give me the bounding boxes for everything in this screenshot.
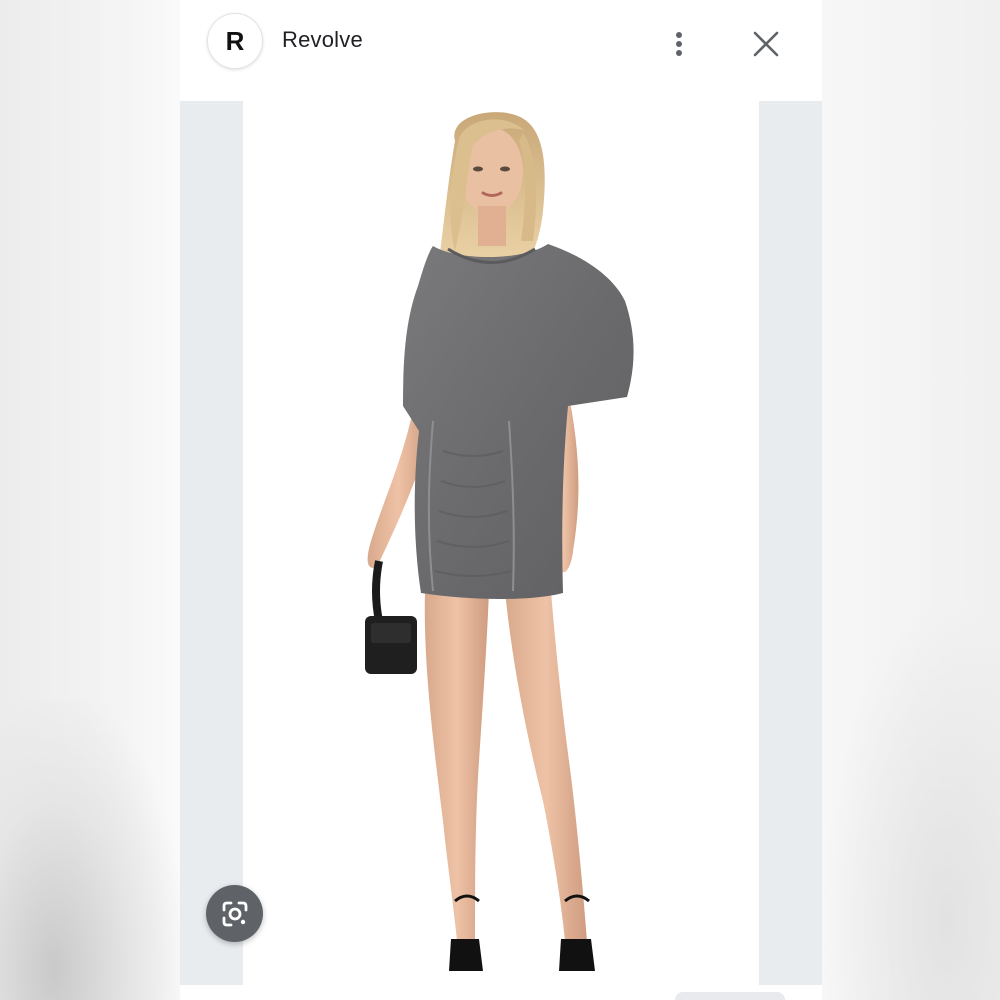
model-in-gray-dress-photo [365,112,634,971]
more-options-button[interactable] [664,24,694,64]
bottom-pill-indicator [675,992,785,1000]
viewer-header: R Revolve [180,0,822,100]
google-lens-button[interactable] [206,885,263,942]
backdrop-shadow-left [0,700,180,1000]
more-vert-icon [676,32,682,56]
site-name[interactable]: Revolve [282,27,363,53]
site-logo-letter: R [225,25,245,56]
site-logo[interactable]: R [207,13,263,69]
product-image[interactable] [243,101,759,985]
google-lens-icon [222,901,247,926]
close-button[interactable] [746,24,786,64]
close-icon [753,31,779,57]
image-viewer-sheet: R Revolve [180,0,822,1000]
image-frame [180,101,822,985]
backdrop-shadow-right [822,600,1000,1000]
